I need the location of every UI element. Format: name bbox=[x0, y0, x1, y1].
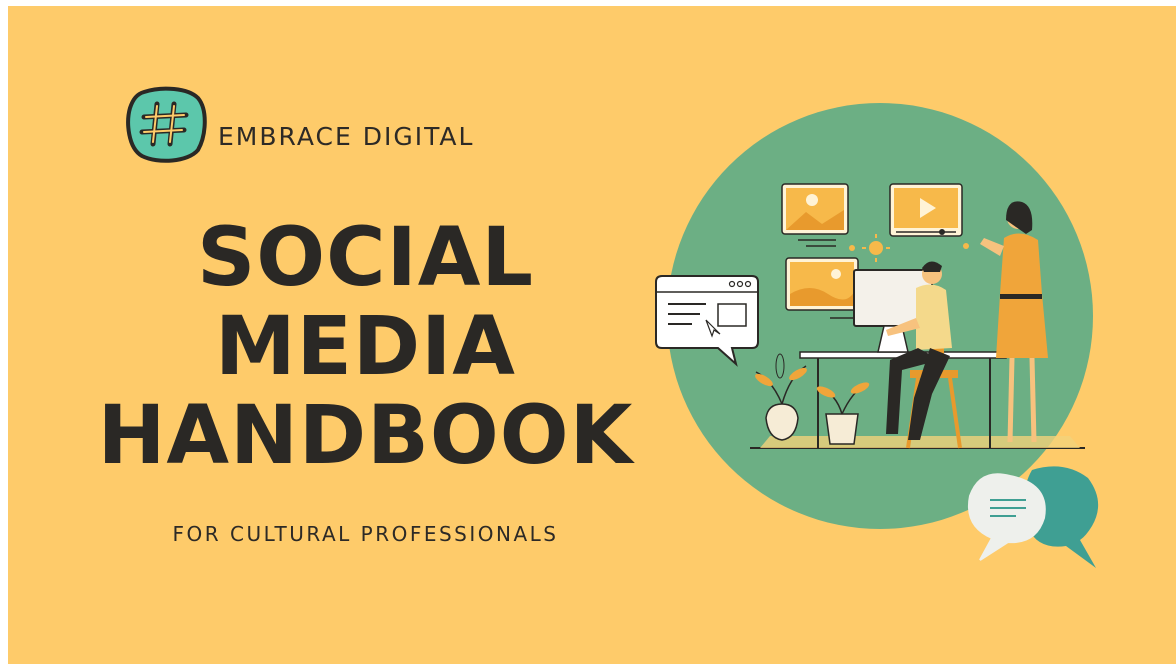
subtitle: FOR CULTURAL PROFESSIONALS bbox=[172, 522, 559, 546]
title-line-social: SOCIAL bbox=[196, 211, 535, 305]
title-line-handbook: HANDBOOK bbox=[97, 389, 634, 483]
chat-bubbles-icon bbox=[968, 466, 1099, 568]
title-line-media: MEDIA bbox=[215, 300, 516, 394]
brand-name: EMBRACE DIGITAL bbox=[218, 121, 475, 151]
video-play-card-icon bbox=[889, 183, 963, 237]
banner: EMBRACE DIGITAL SOCIAL MEDIA HANDBOOK FO… bbox=[8, 6, 1176, 664]
page-title: SOCIAL MEDIA HANDBOOK bbox=[8, 214, 723, 481]
brand-row: EMBRACE DIGITAL bbox=[124, 84, 474, 166]
image-card-icon bbox=[785, 257, 859, 319]
hashtag-icon bbox=[126, 86, 207, 163]
illustration bbox=[655, 103, 1099, 568]
